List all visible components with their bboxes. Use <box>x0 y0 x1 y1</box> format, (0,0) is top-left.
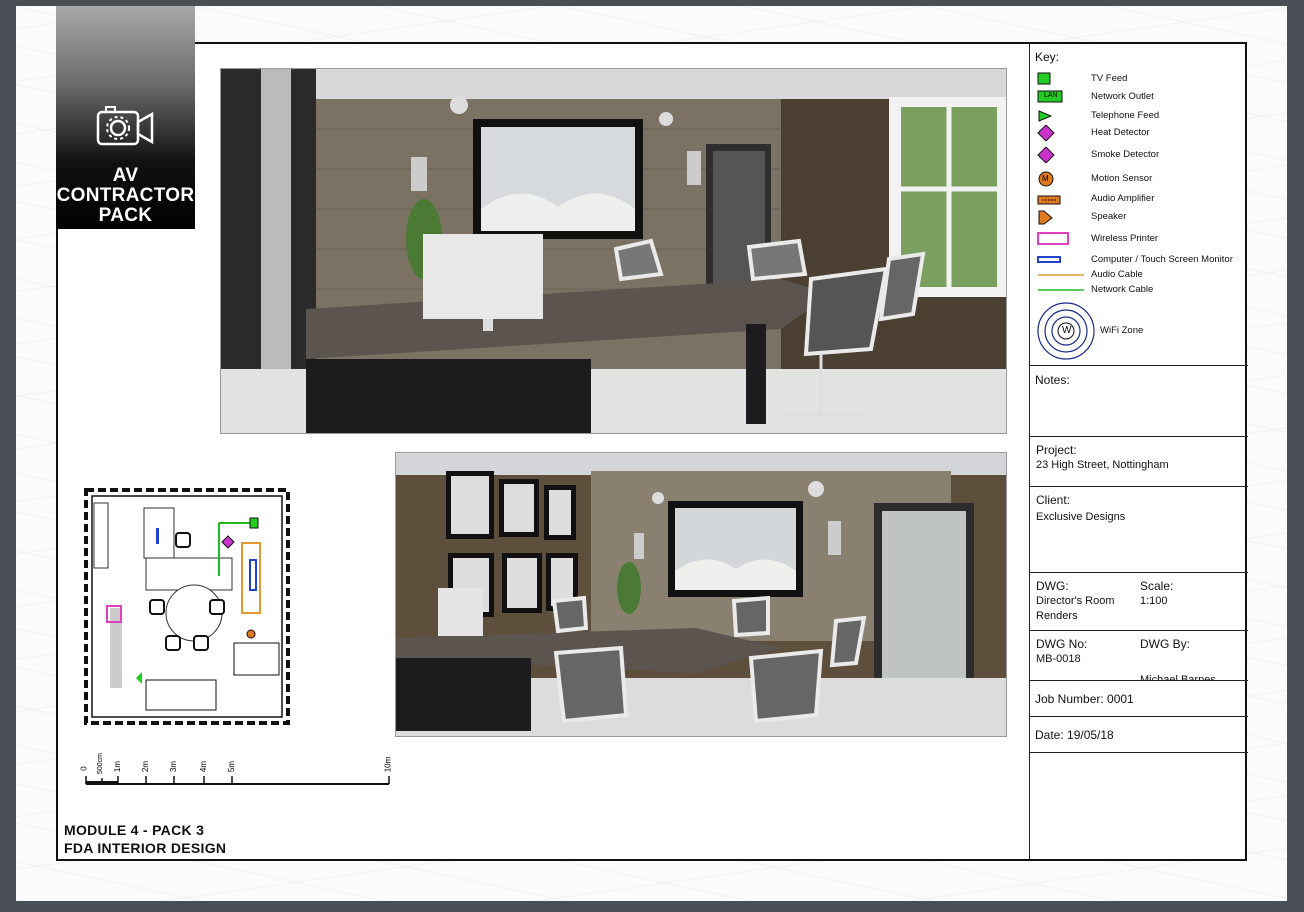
smoke-detector-symbol <box>1037 147 1055 163</box>
dwg-no-box: DWG No: MB-0018 DWG By: Michael Barnes <box>1030 631 1248 681</box>
director-room-render-2 <box>395 452 1007 737</box>
floor-plan <box>84 488 290 725</box>
scale-label-5m: 5m <box>227 760 237 773</box>
dwg-by-value: Michael Barnes <box>1140 674 1216 681</box>
date-label: Date: 19/05/18 <box>1035 728 1114 742</box>
dwg-value-line1: Director's Room <box>1036 595 1115 607</box>
project-value: 23 High Street, Nottingham <box>1036 459 1169 471</box>
key-item-audio-amplifier: Audio Amplifier <box>1036 191 1246 207</box>
client-value: Exclusive Designs <box>1036 511 1126 523</box>
wifi-zone-tag: W <box>1062 325 1072 336</box>
dwg-by-label: DWG By: <box>1140 637 1190 651</box>
key-item-telephone-feed: Telephone Feed <box>1036 108 1246 124</box>
key-item-motion-sensor: M Motion Sensor <box>1036 171 1246 187</box>
job-number-label: Job Number: 0001 <box>1035 692 1134 706</box>
notes-label: Notes: <box>1035 373 1070 387</box>
key-item-audio-cable: Audio Cable <box>1036 267 1246 283</box>
scale-label-4m: 4m <box>199 760 209 773</box>
network-cable-line <box>1038 289 1084 291</box>
scale-label-3m: 3m <box>169 760 179 773</box>
project-label: Project: <box>1036 443 1077 457</box>
scale-label-2m: 2m <box>141 760 151 773</box>
key-item-network-outlet: LAN Network Outlet <box>1036 89 1246 105</box>
key-item-tv-feed: TV Feed <box>1036 71 1246 87</box>
network-outlet-tag: LAN <box>1044 92 1058 99</box>
dwg-box: DWG: Director's Room Renders Scale: 1:10… <box>1030 573 1248 631</box>
monitor-symbol <box>1037 256 1061 263</box>
dwg-label: DWG: <box>1036 579 1069 593</box>
motion-sensor-tag: M <box>1042 174 1049 183</box>
badge-line-1: AV <box>112 165 139 186</box>
scale-label: Scale: <box>1140 579 1174 593</box>
project-box: Project: 23 High Street, Nottingham <box>1030 437 1248 487</box>
speaker-symbol <box>1038 210 1053 225</box>
render-1-image <box>221 69 1006 433</box>
title-block-column: Key: TV Feed LAN Network Outlet Telephon… <box>1029 43 1248 860</box>
key-item-network-cable: Network Cable <box>1036 282 1246 298</box>
key-title: Key: <box>1035 50 1060 64</box>
scale-bar: 0 500cm 1m 2m 3m 4m 5m 10m <box>80 750 394 790</box>
camera-gear-icon <box>96 106 154 146</box>
date-box: Date: 19/05/18 <box>1030 717 1248 753</box>
key-box: Key: TV Feed LAN Network Outlet Telephon… <box>1030 43 1248 366</box>
scale-bar-graphic <box>85 776 390 785</box>
telephone-feed-symbol <box>1038 110 1053 122</box>
notes-box: Notes: <box>1030 366 1248 437</box>
key-item-wifi-zone: W WiFi Zone <box>1036 301 1246 361</box>
render-2-image <box>396 453 1006 736</box>
director-room-render-1 <box>220 68 1007 434</box>
dwg-value-line2: Renders <box>1036 610 1078 622</box>
scale-label-10m: 10m <box>383 756 393 773</box>
badge-line-3: PACK <box>98 205 153 226</box>
key-item-speaker: Speaker <box>1036 209 1246 225</box>
heat-detector-symbol <box>1037 125 1055 141</box>
scale-label-0: 0 <box>79 766 89 771</box>
scale-value: 1:100 <box>1140 595 1168 607</box>
tv-feed-symbol <box>1037 72 1051 85</box>
footer-course: FDA INTERIOR DESIGN <box>64 840 227 856</box>
client-label: Client: <box>1036 493 1071 507</box>
av-contractor-pack-badge: AV CONTRACTOR PACK <box>56 6 195 229</box>
wireless-printer-symbol <box>1037 232 1069 245</box>
scale-label-500cm: 500cm <box>97 752 105 775</box>
key-item-smoke-detector: Smoke Detector <box>1036 147 1246 163</box>
badge-line-2: CONTRACTOR <box>56 185 195 206</box>
dwg-no-value: MB-0018 <box>1036 653 1081 665</box>
key-item-heat-detector: Heat Detector <box>1036 125 1246 141</box>
scale-label-1m: 1m <box>113 760 123 773</box>
footer-module: MODULE 4 - PACK 3 <box>64 822 205 838</box>
audio-cable-line <box>1038 274 1084 276</box>
floor-plan-drawing <box>84 488 290 725</box>
dwg-no-label: DWG No: <box>1036 637 1088 651</box>
audio-amplifier-symbol <box>1037 195 1061 205</box>
client-box: Client: Exclusive Designs <box>1030 487 1248 573</box>
key-item-wireless-printer: Wireless Printer <box>1036 231 1246 247</box>
key-item-monitor: Computer / Touch Screen Monitor <box>1036 252 1246 268</box>
job-number-box: Job Number: 0001 <box>1030 681 1248 717</box>
